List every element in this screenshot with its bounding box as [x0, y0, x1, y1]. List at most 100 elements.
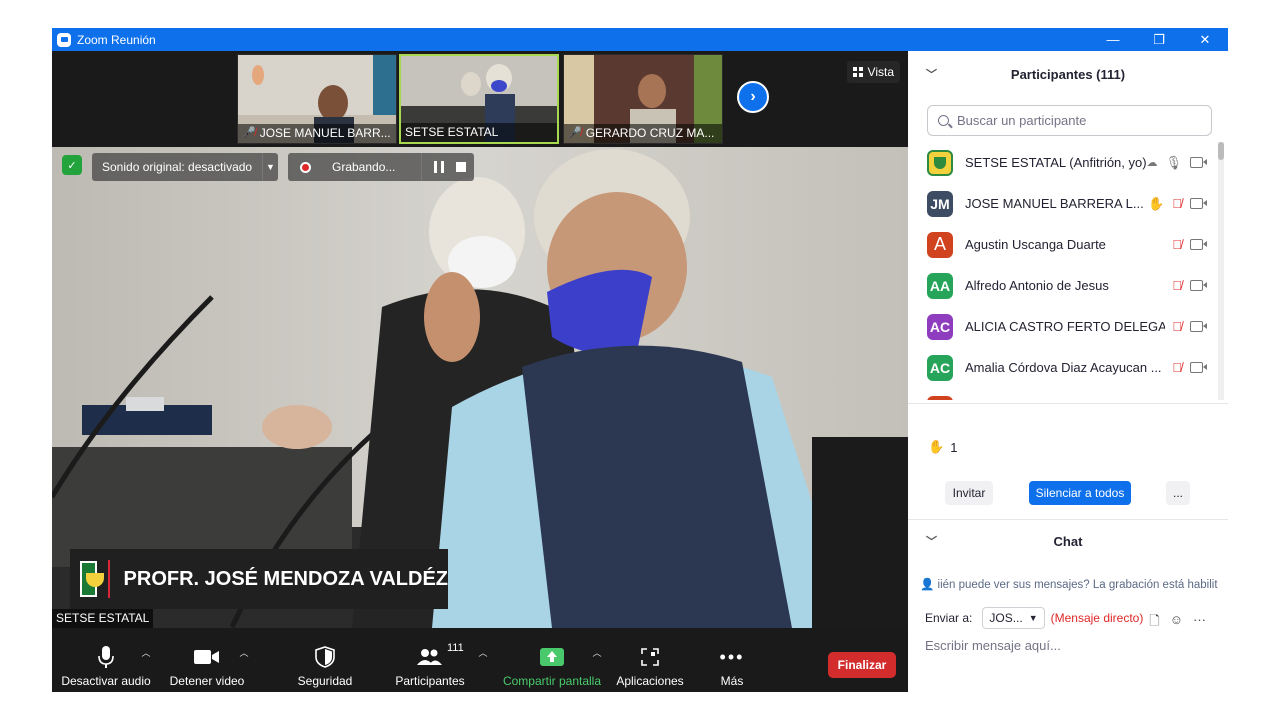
meeting-toolbar: Desactivar audio ︿ Detener video ︿ Segur… [52, 628, 908, 692]
title-bar: Zoom Reunión — ❐ ✕ [52, 28, 1228, 51]
participant-row[interactable]: SETSE ESTATAL (Anfitrión, yo) ☁ 🎙 [908, 142, 1218, 183]
participant-list-scrollbar[interactable] [1218, 142, 1224, 400]
recording-indicator: Grabando... [288, 153, 474, 181]
minimize-button[interactable]: — [1090, 28, 1136, 51]
window-title: Zoom Reunión [77, 32, 156, 47]
video-camera-icon [194, 644, 220, 670]
end-meeting-button[interactable]: Finalizar [828, 652, 896, 678]
restore-button[interactable]: ❐ [1136, 28, 1182, 51]
mic-muted-icon: 🎙̸ [1172, 278, 1182, 293]
chat-tools: 🗋 ☺ ··· [1149, 612, 1206, 634]
video-off-icon [1190, 157, 1208, 168]
zoom-logo-icon [57, 32, 71, 47]
participant-row[interactable]: AC ALICIA CASTRO FERTO DELEGAC... 🎙̸ [908, 306, 1218, 347]
cloud-record-icon: ☁ [1146, 157, 1158, 169]
direct-message-label: (Mensaje directo) [1050, 611, 1144, 625]
meeting-area: 🎤̸ JOSE MANUEL BARR... SETSE ESTATAL 🎤̸ … [52, 51, 908, 692]
raised-hand-icon: ✋ [1148, 195, 1165, 211]
security-button[interactable]: Seguridad [288, 628, 362, 692]
chat-title: Chat [1053, 533, 1083, 549]
speaker-lower-third: PROFR. JOSÉ MENDOZA VALDÉZ [70, 549, 448, 609]
close-button[interactable]: ✕ [1182, 28, 1228, 51]
search-icon [938, 115, 949, 126]
chevron-down-icon[interactable]: ﹀ [926, 66, 937, 82]
participant-list: SETSE ESTATAL (Anfitrión, yo) ☁ 🎙 JM JOS… [908, 142, 1218, 400]
participant-row[interactable] [908, 388, 1218, 400]
video-off-icon [1190, 362, 1208, 373]
record-dot-icon [300, 162, 311, 173]
participants-button[interactable]: 111 Participantes [390, 628, 470, 692]
mic-muted-icon: 🎤̸ [568, 127, 582, 139]
mute-all-button[interactable]: Silenciar a todos [1029, 481, 1131, 505]
thumbnail-gerardo-cruz[interactable]: 🎤̸ GERARDO CRUZ MA... [563, 54, 723, 144]
mic-muted-icon: 🎙̸ [1172, 237, 1182, 252]
thumbnail-label: 🎤̸ JOSE MANUEL BARR... [238, 124, 396, 143]
chevron-up-icon: ︿ [592, 648, 602, 658]
pause-recording-button[interactable] [434, 161, 444, 173]
mic-muted-icon: 🎙̸ [1172, 196, 1182, 211]
video-off-icon [1190, 198, 1208, 209]
participants-title: Participantes (111) [1010, 66, 1126, 82]
recipient-select[interactable]: JOS... ▼ [982, 607, 1045, 629]
video-off-icon [1190, 280, 1208, 291]
avatar: AA [927, 272, 953, 299]
thumbnail-label: 🎤̸ GERARDO CRUZ MA... [564, 124, 722, 143]
chat-visibility-notice[interactable]: 👤 iién puede ver sus mensajes? La grabac… [920, 577, 1220, 593]
participant-row[interactable]: A Agustin Uscanga Duarte 🎙̸ [908, 224, 1218, 265]
chevron-down-icon[interactable]: ﹀ [926, 533, 937, 549]
next-page-button[interactable]: › [737, 81, 769, 113]
view-button[interactable]: Vista [846, 61, 900, 83]
avatar: A [927, 231, 953, 258]
active-speaker-video: ✓ Sonido original: desactivado ▼ Graband… [52, 147, 908, 628]
original-sound-toggle[interactable]: Sonido original: desactivado ▼ [92, 153, 278, 181]
mic-muted-icon: 🎙̸ [1172, 360, 1182, 375]
more-dots-icon[interactable]: ··· [1193, 612, 1206, 634]
participant-row[interactable]: AC Amalia Córdova Diaz Acayucan ... 🎙̸ [908, 347, 1218, 388]
more-dots-icon: ••• [719, 646, 745, 667]
raised-hand-icon: ✋ [928, 439, 945, 454]
chat-message-input[interactable]: Escribir mensaje aquí... [925, 638, 1061, 653]
video-options-caret[interactable]: ︿ [238, 628, 250, 692]
participant-row[interactable]: JM JOSE MANUEL BARRERA L... ✋ 🎙̸ [908, 183, 1218, 224]
file-icon[interactable]: 🗋 [1149, 612, 1159, 634]
more-button[interactable]: ••• Más [708, 628, 756, 692]
participants-more-button[interactable]: ... [1166, 481, 1190, 505]
avatar [927, 149, 953, 176]
speaker-name-tag: SETSE ESTATAL [52, 609, 154, 628]
emoji-icon[interactable]: ☺ [1170, 612, 1183, 634]
stop-recording-button[interactable] [456, 162, 466, 172]
chevron-down-icon[interactable]: ▼ [262, 153, 278, 181]
avatar: AC [927, 354, 953, 381]
participants-panel: ﹀ Participantes (111) Buscar un particip… [908, 51, 1228, 692]
setse-logo [80, 561, 105, 597]
share-screen-button[interactable]: Compartir pantalla [500, 628, 604, 692]
apps-button[interactable]: Aplicaciones [612, 628, 688, 692]
participant-search-input[interactable]: Buscar un participante [927, 105, 1212, 136]
user-icon: 👤 [920, 579, 935, 591]
chevron-down-icon: ▼ [1028, 613, 1038, 623]
mic-muted-icon: 🎤̸ [242, 127, 256, 139]
microphone-icon [97, 644, 115, 670]
thumbnail-setse-estatal[interactable]: SETSE ESTATAL [399, 54, 559, 144]
share-screen-icon [540, 644, 564, 670]
thumbnail-jose-manuel[interactable]: 🎤̸ JOSE MANUEL BARR... [237, 54, 397, 144]
audio-options-caret[interactable]: ︿ [140, 628, 152, 692]
invite-button[interactable]: Invitar [945, 481, 993, 505]
mute-button[interactable]: Desactivar audio [61, 628, 151, 692]
video-off-icon [1190, 239, 1208, 250]
zoom-window: Zoom Reunión — ❐ ✕ 🎤̸ JOSE MANUEL BARR... [52, 28, 1228, 692]
apps-icon [640, 644, 660, 670]
participants-icon: 111 [417, 642, 464, 670]
participants-header: ﹀ Participantes (111) [908, 51, 1228, 97]
gallery-strip: 🎤̸ JOSE MANUEL BARR... SETSE ESTATAL 🎤̸ … [52, 51, 908, 147]
participant-row[interactable]: AA Alfredo Antonio de Jesus 🎙̸ [908, 265, 1218, 306]
speaker-caption: PROFR. JOSÉ MENDOZA VALDÉZ [123, 567, 448, 590]
security-shield-icon: ✓ [62, 155, 82, 175]
share-options-caret[interactable]: ︿ [591, 628, 603, 692]
participants-count: 111 [447, 642, 464, 654]
window-controls: — ❐ ✕ [1090, 28, 1228, 51]
grid-view-icon [852, 67, 863, 77]
send-to-row: Enviar a: JOS... ▼ (Mensaje directo) [925, 607, 1143, 629]
participants-options-caret[interactable]: ︿ [477, 628, 489, 692]
video-off-icon [1190, 321, 1208, 332]
